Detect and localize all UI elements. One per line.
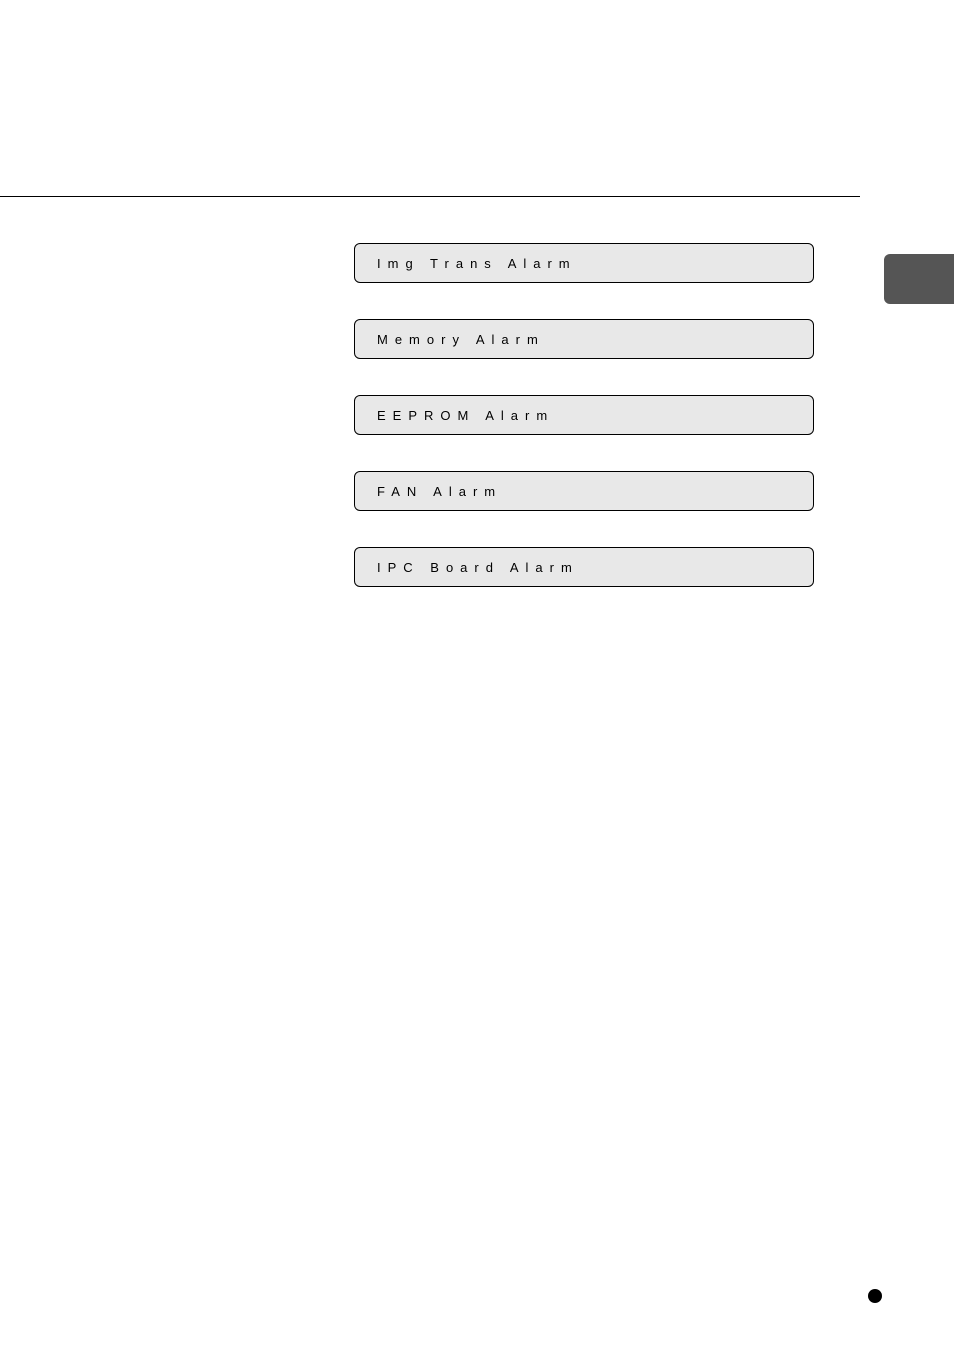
section-divider (0, 196, 860, 197)
alarm-text: IPC Board Alarm (377, 560, 579, 575)
alarm-display-box: IPC Board Alarm (354, 547, 814, 587)
alarm-text: Img Trans Alarm (377, 256, 577, 271)
side-tab-indicator (884, 254, 954, 304)
page-footer (868, 1289, 882, 1303)
alarm-display-box: Memory Alarm (354, 319, 814, 359)
alarm-text: FAN Alarm (377, 484, 502, 499)
alarm-text: Memory Alarm (377, 332, 545, 347)
footer-bullet-icon (868, 1289, 882, 1303)
alarm-text: EEPROM Alarm (377, 408, 554, 423)
alarm-display-box: FAN Alarm (354, 471, 814, 511)
alarm-display-box: Img Trans Alarm (354, 243, 814, 283)
alarm-display-box: EEPROM Alarm (354, 395, 814, 435)
